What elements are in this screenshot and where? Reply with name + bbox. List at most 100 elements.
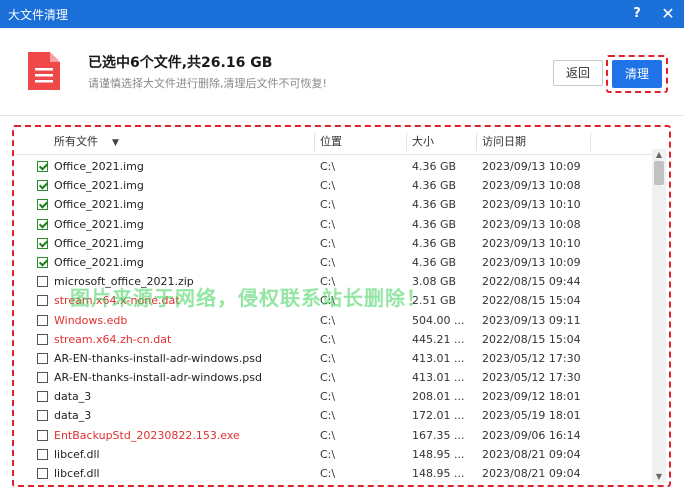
file-name: Office_2021.img xyxy=(54,160,144,173)
checkbox-checked[interactable] xyxy=(37,199,48,211)
file-location: C:\ xyxy=(320,351,336,365)
scroll-thumb[interactable] xyxy=(654,161,664,185)
checkbox[interactable] xyxy=(37,333,48,345)
access-date: 2023/08/21 09:04 xyxy=(482,467,581,480)
column-divider[interactable] xyxy=(314,133,315,151)
checkbox[interactable] xyxy=(37,295,48,307)
file-size: 4.36 GB xyxy=(412,179,457,193)
file-name: Office_2021.img xyxy=(54,198,144,212)
table-row[interactable]: Office_2021.img C:\ 4.36 GB 2023/09/13 10:1… xyxy=(16,195,652,214)
checkbox-checked[interactable] xyxy=(37,237,48,249)
help-button[interactable]: ? xyxy=(626,4,648,24)
checkbox-checked[interactable] xyxy=(37,161,48,172)
access-date: 2023/09/13 10:10 xyxy=(482,198,581,212)
checkbox[interactable] xyxy=(37,372,48,384)
checkbox[interactable] xyxy=(37,468,48,479)
file-size: 4.36 GB xyxy=(412,236,457,250)
access-date: 2023/09/13 10:10 xyxy=(482,236,581,250)
column-size[interactable]: 大小 xyxy=(412,129,434,155)
column-date[interactable]: 访问日期 xyxy=(482,129,526,155)
table-row[interactable]: EntBackupStd_20230822.153.exe C:\ 167.35 .… xyxy=(16,426,652,445)
file-location: C:\ xyxy=(320,390,336,404)
clean-button-highlight: 清理 xyxy=(606,55,668,93)
title-bar: 大文件清理 ? ✕ xyxy=(0,0,684,28)
close-button[interactable]: ✕ xyxy=(657,4,679,24)
file-name: Office_2021.img xyxy=(54,217,144,231)
column-location[interactable]: 位置 xyxy=(320,129,342,155)
checkbox[interactable] xyxy=(37,276,48,288)
selection-summary: 已选中6个文件,共26.16 GB xyxy=(88,55,273,71)
table-row[interactable]: Office_2021.img C:\ 4.36 GB 2023/09/13 10:0… xyxy=(16,215,652,234)
table-row[interactable]: Office_2021.img C:\ 4.36 GB 2023/09/13 10:1… xyxy=(16,234,652,253)
access-date: 2023/09/13 10:09 xyxy=(482,255,581,269)
checkbox[interactable] xyxy=(37,352,48,364)
file-name: EntBackupStd_20230822.153.exe xyxy=(54,428,240,442)
access-date: 2023/09/12 18:01 xyxy=(482,390,581,404)
column-name[interactable]: 所有文件 ▼ xyxy=(54,129,119,155)
table-row[interactable]: Office_2021.img C:\ 4.36 GB 2023/09/13 10:0… xyxy=(16,176,652,195)
file-size: 4.36 GB xyxy=(412,160,457,173)
access-date: 2023/09/13 10:08 xyxy=(482,179,581,193)
file-name: data_3 xyxy=(54,390,92,404)
file-size: 4.36 GB xyxy=(412,255,457,269)
table-row[interactable]: Office_2021.img C:\ 4.36 GB 2023/09/13 10:0… xyxy=(16,157,652,176)
table-row[interactable]: data_3 C:\ 208.01 ... 2023/09/12 18:01 xyxy=(16,387,652,406)
table-row[interactable]: libcef.dll C:\ 148.95 ... 2023/08/21 09:04 xyxy=(16,445,652,464)
file-location: C:\ xyxy=(320,198,336,212)
table-row[interactable]: libcef.dll C:\ 148.95 ... 2023/08/21 09:04 xyxy=(16,464,652,483)
scroll-up-icon[interactable]: ▲ xyxy=(652,149,666,161)
file-name: AR-EN-thanks-install-adr-windows.psd xyxy=(54,371,262,385)
access-date: 2023/05/19 18:01 xyxy=(482,409,581,423)
column-divider[interactable] xyxy=(476,133,477,151)
checkbox[interactable] xyxy=(37,410,48,422)
file-size: 413.01 ... xyxy=(412,351,465,365)
sort-down-icon[interactable]: ▼ xyxy=(112,130,119,156)
column-divider[interactable] xyxy=(590,133,591,151)
table-row[interactable]: stream.x64.zh-cn.dat C:\ 445.21 ... 2022/08… xyxy=(16,330,652,349)
file-location: C:\ xyxy=(320,371,336,385)
table-row[interactable]: AR-EN-thanks-install-adr-windows.psd C:\ 4… xyxy=(16,368,652,387)
file-name: Windows.edb xyxy=(54,313,128,327)
table-row[interactable]: data_3 C:\ 172.01 ... 2023/05/19 18:01 xyxy=(16,406,652,425)
file-location: C:\ xyxy=(320,313,336,327)
access-date: 2022/08/15 09:44 xyxy=(482,275,581,289)
table-row[interactable]: AR-EN-thanks-install-adr-windows.psd C:\ 4… xyxy=(16,349,652,368)
clean-button[interactable]: 清理 xyxy=(612,60,662,88)
table-row[interactable]: Windows.edb C:\ 504.00 ... 2023/09/13 09:11 xyxy=(16,311,652,330)
access-date: 2022/08/15 15:04 xyxy=(482,332,581,346)
checkbox-checked[interactable] xyxy=(37,218,48,230)
file-location: C:\ xyxy=(320,428,336,442)
file-name: stream.x64.zh-cn.dat xyxy=(54,332,172,346)
file-location: C:\ xyxy=(320,179,336,193)
file-location: C:\ xyxy=(320,255,336,269)
checkbox[interactable] xyxy=(37,448,48,460)
checkbox[interactable] xyxy=(37,391,48,403)
file-name: AR-EN-thanks-install-adr-windows.psd xyxy=(54,351,262,365)
file-size: 208.01 ... xyxy=(412,390,465,404)
table-row[interactable]: Office_2021.img C:\ 4.36 GB 2023/09/13 10:0… xyxy=(16,253,652,272)
checkbox-checked[interactable] xyxy=(37,256,48,268)
checkbox[interactable] xyxy=(37,429,48,441)
file-size: 167.35 ... xyxy=(412,428,465,442)
file-size: 172.01 ... xyxy=(412,409,465,423)
file-location: C:\ xyxy=(320,236,336,250)
document-icon xyxy=(26,50,62,96)
access-date: 2023/09/06 16:14 xyxy=(482,428,581,442)
vertical-scrollbar[interactable]: ▲ ▼ xyxy=(652,149,666,483)
file-name: libcef.dll xyxy=(54,447,100,461)
checkbox-checked[interactable] xyxy=(37,180,48,192)
file-size: 504.00 ... xyxy=(412,313,465,327)
back-button[interactable]: 返回 xyxy=(553,60,603,86)
file-size: 4.36 GB xyxy=(412,198,457,212)
file-name: Office_2021.img xyxy=(54,179,144,193)
file-size: 4.36 GB xyxy=(412,217,457,231)
column-header: 所有文件 ▼ 位置 大小 访问日期 xyxy=(16,129,667,155)
checkbox[interactable] xyxy=(37,314,48,326)
scroll-down-icon[interactable]: ▼ xyxy=(652,471,666,483)
file-name: Office_2021.img xyxy=(54,236,144,250)
warning-hint: 请谨慎选择大文件进行删除,清理后文件不可恢复! xyxy=(88,77,327,90)
access-date: 2023/09/13 10:09 xyxy=(482,160,581,173)
file-location: C:\ xyxy=(320,217,336,231)
column-divider[interactable] xyxy=(406,133,407,151)
file-name: libcef.dll xyxy=(54,467,100,480)
